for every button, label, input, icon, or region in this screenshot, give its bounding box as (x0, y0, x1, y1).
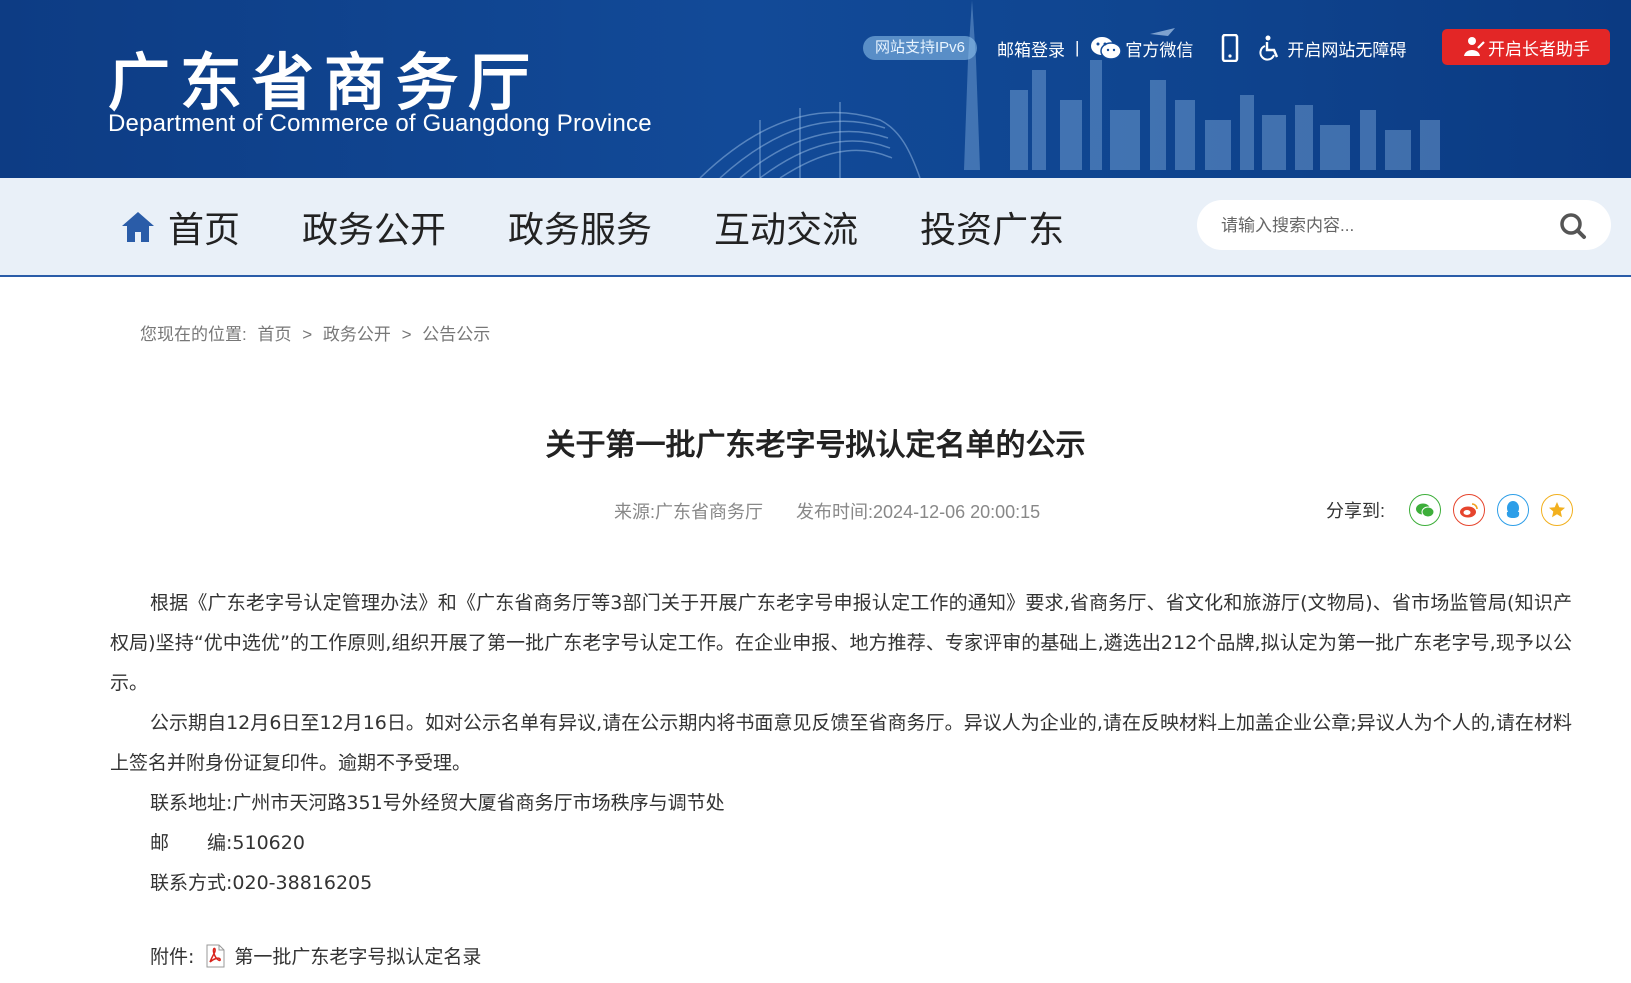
attachment-row: 附件: 第一批广东老字号拟认定名录 (150, 942, 481, 969)
share-bar: 分享到: (1326, 494, 1574, 526)
elder-assistant-icon (1464, 37, 1485, 56)
mail-login-link[interactable]: 邮箱登录 (997, 36, 1065, 61)
search-icon[interactable] (1559, 212, 1587, 240)
star-icon (1549, 502, 1566, 518)
breadcrumb-prefix: 您现在的位置: (140, 325, 247, 344)
pdf-file-icon (206, 944, 225, 967)
accessibility-link[interactable]: 开启网站无障碍 (1259, 35, 1406, 61)
article-source: 来源:广东省商务厅 (614, 502, 764, 522)
attachment-label: 附件: (150, 946, 195, 968)
article-paragraph: 公示期自12月6日至12月16日。如对公示名单有异议,请在公示期内将书面意见反馈… (110, 712, 1572, 774)
article-meta: 来源:广东省商务厅 发布时间:2024-12-06 20:00:15 (614, 498, 1068, 524)
accessibility-label: 开启网站无障碍 (1287, 40, 1407, 60)
breadcrumb-government-affairs-link[interactable]: 政务公开 (323, 325, 391, 344)
mobile-site-link[interactable] (1221, 34, 1239, 62)
article-publish-time: 发布时间:2024-12-06 20:00:15 (796, 502, 1041, 522)
postcode: 邮 编:510620 (150, 832, 305, 854)
contact-address: 联系地址:广州市天河路351号外经贸大厦省商务厅市场秩序与调节处 (150, 792, 725, 814)
share-favorite-button[interactable] (1541, 494, 1574, 526)
breadcrumb-separator: > (401, 325, 412, 344)
elder-assistant-button[interactable]: 开启长者助手 (1442, 29, 1610, 65)
share-weibo-button[interactable] (1453, 494, 1486, 526)
article-title: 关于第一批广东老字号拟认定名单的公示 (545, 428, 1086, 463)
ipv6-badge: 网站支持IPv6 (863, 36, 977, 60)
mobile-phone-icon (1222, 34, 1239, 62)
wheelchair-icon (1259, 35, 1279, 61)
site-header: 广东省商务厅 Department of Commerce of Guangdo… (0, 0, 1631, 178)
wechat-icon (1416, 503, 1435, 518)
breadcrumb-home-link[interactable]: 首页 (257, 325, 291, 344)
article-paragraph: 根据《广东老字号认定管理办法》和《广东省商务厅等3部门关于开展广东老字号申报认定… (110, 592, 1572, 694)
home-icon (122, 211, 154, 242)
site-logo-chinese[interactable]: 广东省商务厅 (108, 32, 540, 122)
wechat-label: 官方微信 (1125, 40, 1194, 60)
breadcrumb-announcements-link[interactable]: 公告公示 (422, 325, 490, 344)
nav-item-home[interactable]: 首页 (120, 201, 240, 253)
nav-item-invest-guangdong[interactable]: 投资广东 (920, 201, 1064, 253)
share-label: 分享到: (1326, 501, 1386, 521)
nav-item-government-affairs[interactable]: 政务公开 (302, 201, 446, 253)
breadcrumb: 您现在的位置: 首页 > 政务公开 > 公告公示 (140, 320, 496, 345)
nav-item-government-services[interactable]: 政务服务 (508, 201, 652, 253)
share-wechat-button[interactable] (1409, 494, 1442, 526)
contact-phone: 联系方式:020-38816205 (150, 872, 373, 894)
search-input[interactable] (1219, 200, 1543, 252)
site-logo-english: Department of Commerce of Guangdong Prov… (108, 110, 652, 137)
attachment-link[interactable]: 第一批广东老字号拟认定名录 (234, 942, 481, 969)
search-box (1197, 200, 1611, 252)
wechat-icon (1091, 37, 1123, 60)
top-links: 邮箱登录 | 官方微信 开启网站无障碍 (997, 34, 1406, 62)
nav-item-home-label: 首页 (168, 209, 241, 251)
weibo-icon (1460, 503, 1478, 518)
share-qq-button[interactable] (1497, 494, 1530, 526)
nav-item-interaction[interactable]: 互动交流 (714, 201, 858, 253)
wechat-link[interactable]: 官方微信 (1089, 34, 1193, 62)
elder-assistant-label: 开启长者助手 (1488, 39, 1590, 59)
top-link-separator: | (1075, 38, 1080, 57)
qq-icon (1506, 501, 1520, 518)
main-navigation: 首页 政务公开 政务服务 互动交流 投资广东 (0, 178, 1631, 277)
article-body: 根据《广东老字号认定管理办法》和《广东省商务厅等3部门关于开展广东老字号申报认定… (110, 583, 1572, 903)
breadcrumb-separator: > (302, 325, 313, 344)
